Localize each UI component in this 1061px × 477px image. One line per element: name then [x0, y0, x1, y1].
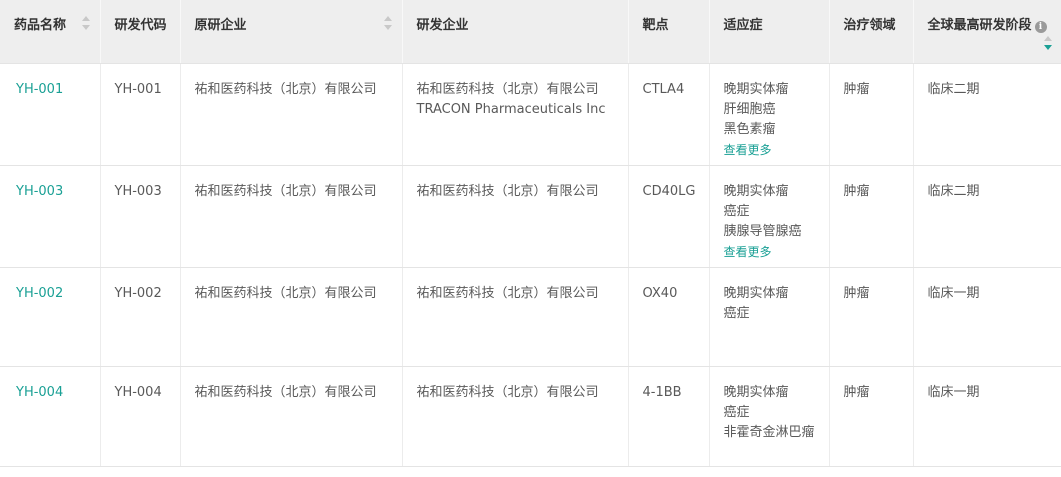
dev-company-cell: 祐和医药科技（北京）有限公司 [402, 366, 629, 467]
sort-icon[interactable] [383, 16, 392, 30]
header-dev-code: 研发代码 [100, 0, 181, 64]
header-original-company-label: 原研企业 [194, 18, 247, 33]
phase-cell: 临床一期 [913, 267, 1061, 367]
table-row: YH-002 YH-002 祐和医药科技（北京）有限公司 祐和医药科技（北京）有… [0, 267, 1061, 367]
dev-company-cell: 祐和医药科技（北京）有限公司 [402, 165, 629, 268]
table-row: YH-001 YH-001 祐和医药科技（北京）有限公司 祐和医药科技（北京）有… [0, 63, 1061, 166]
therapeutic-area-cell: 肿瘤 [829, 267, 914, 367]
header-indication-label: 适应症 [723, 18, 763, 33]
therapeutic-area-cell: 肿瘤 [829, 165, 914, 268]
dev-company-cell: 祐和医药科技（北京）有限公司 [402, 267, 629, 367]
indication-line: 癌症 [723, 404, 750, 420]
phase-cell: 临床二期 [913, 63, 1061, 166]
therapeutic-area-cell: 肿瘤 [829, 366, 914, 467]
show-more-link[interactable]: 查看更多 [724, 242, 819, 262]
header-drug-name-label: 药品名称 [14, 18, 67, 33]
dev-company-cell: 祐和医药科技（北京）有限公司 TRACON Pharmaceuticals In… [402, 63, 629, 166]
drug-name-link[interactable]: YH-001 [0, 63, 101, 166]
indication-line: 非霍奇金淋巴瘤 [723, 424, 815, 440]
indication-line: 晚期实体瘤 [723, 81, 789, 97]
table-row: YH-004 YH-004 祐和医药科技（北京）有限公司 祐和医药科技（北京）有… [0, 366, 1061, 467]
header-dev-code-label: 研发代码 [114, 18, 167, 33]
original-company-cell: 祐和医药科技（北京）有限公司 [180, 366, 403, 467]
phase-cell: 临床二期 [913, 165, 1061, 268]
indication-cell: 晚期实体瘤 癌症 胰腺导管腺癌 查看更多 [709, 165, 830, 268]
show-more-link[interactable]: 查看更多 [724, 140, 819, 160]
dev-code-cell: YH-002 [100, 267, 181, 367]
header-row: 药品名称 研发代码 原研企业 研发企业 靶点 适应症 治疗领域 全球最高研发阶段… [0, 0, 1061, 64]
header-indication: 适应症 [709, 0, 830, 64]
indication-cell: 晚期实体瘤 癌症 非霍奇金淋巴瘤 [709, 366, 830, 467]
phase-cell: 临床一期 [913, 366, 1061, 467]
indication-cell: 晚期实体瘤 肝细胞癌 黑色素瘤 查看更多 [709, 63, 830, 166]
header-target-label: 靶点 [642, 18, 669, 33]
original-company-cell: 祐和医药科技（北京）有限公司 [180, 267, 403, 367]
indication-line: 肝细胞癌 [723, 101, 776, 117]
dev-company-line: TRACON Pharmaceuticals Inc [416, 101, 606, 117]
target-cell: CTLA4 [628, 63, 710, 166]
indication-line: 晚期实体瘤 [723, 183, 789, 199]
header-therapeutic-area-label: 治疗领域 [843, 18, 896, 33]
header-original-company[interactable]: 原研企业 [180, 0, 403, 64]
header-global-phase[interactable]: 全球最高研发阶段 i [913, 0, 1061, 64]
indication-line: 黑色素瘤 [723, 121, 776, 137]
dev-company-line: 祐和医药科技（北京）有限公司 [416, 81, 599, 97]
drug-pipeline-table: 药品名称 研发代码 原研企业 研发企业 靶点 适应症 治疗领域 全球最高研发阶段… [0, 0, 1061, 467]
header-therapeutic-area: 治疗领域 [829, 0, 914, 64]
indication-line: 晚期实体瘤 [723, 384, 789, 400]
indication-line: 晚期实体瘤 [723, 285, 789, 301]
table-body: YH-001 YH-001 祐和医药科技（北京）有限公司 祐和医药科技（北京）有… [0, 63, 1061, 467]
indication-line: 癌症 [723, 203, 750, 219]
drug-name-link[interactable]: YH-002 [0, 267, 101, 367]
header-dev-company-label: 研发企业 [416, 18, 469, 33]
target-cell: OX40 [628, 267, 710, 367]
table-header: 药品名称 研发代码 原研企业 研发企业 靶点 适应症 治疗领域 全球最高研发阶段… [0, 0, 1061, 64]
target-cell: CD40LG [628, 165, 710, 268]
info-icon[interactable]: i [1034, 21, 1047, 33]
drug-name-link[interactable]: YH-003 [0, 165, 101, 268]
drug-name-link[interactable]: YH-004 [0, 366, 101, 467]
header-target: 靶点 [628, 0, 710, 64]
indication-cell: 晚期实体瘤 癌症 [709, 267, 830, 367]
indication-line: 胰腺导管腺癌 [723, 223, 802, 239]
drug-table-container: 药品名称 研发代码 原研企业 研发企业 靶点 适应症 治疗领域 全球最高研发阶段… [0, 0, 1061, 477]
therapeutic-area-cell: 肿瘤 [829, 63, 914, 166]
sort-icon[interactable] [1043, 36, 1052, 50]
sort-icon[interactable] [81, 16, 90, 30]
original-company-cell: 祐和医药科技（北京）有限公司 [180, 63, 403, 166]
dev-code-cell: YH-004 [100, 366, 181, 467]
dev-code-cell: YH-001 [100, 63, 181, 166]
header-global-phase-label: 全球最高研发阶段 [927, 18, 1032, 33]
table-row: YH-003 YH-003 祐和医药科技（北京）有限公司 祐和医药科技（北京）有… [0, 165, 1061, 268]
header-drug-name[interactable]: 药品名称 [0, 0, 101, 64]
dev-company-line: 祐和医药科技（北京）有限公司 [416, 183, 599, 199]
dev-company-line: 祐和医药科技（北京）有限公司 [416, 285, 599, 301]
dev-company-line: 祐和医药科技（北京）有限公司 [416, 384, 599, 400]
original-company-cell: 祐和医药科技（北京）有限公司 [180, 165, 403, 268]
header-dev-company: 研发企业 [402, 0, 629, 64]
target-cell: 4-1BB [628, 366, 710, 467]
indication-line: 癌症 [723, 305, 750, 321]
dev-code-cell: YH-003 [100, 165, 181, 268]
